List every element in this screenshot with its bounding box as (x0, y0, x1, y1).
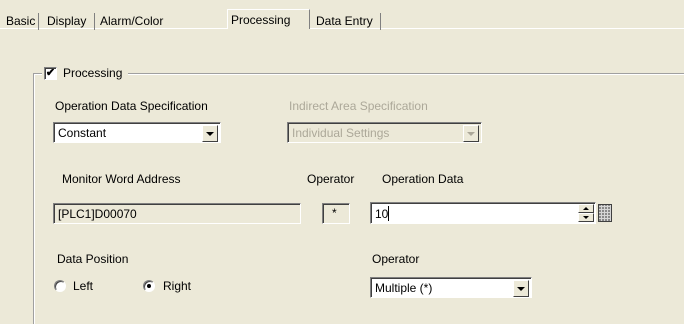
chevron-down-icon[interactable] (202, 125, 218, 142)
data-position-label: Data Position (57, 252, 129, 266)
monitor-word-address-value: [PLC1]D00070 (58, 207, 137, 221)
operation-data-spec-value: Constant (58, 126, 107, 140)
radio-right[interactable] (143, 280, 155, 292)
tab-processing[interactable]: Processing (227, 9, 310, 29)
keypad-icon[interactable] (598, 204, 612, 222)
tab-alarm-color[interactable]: Alarm/Color (100, 14, 163, 28)
monitor-word-address-label: Monitor Word Address (62, 172, 181, 186)
tab-basic[interactable]: Basic (6, 14, 35, 28)
tab-strip-line (0, 28, 684, 29)
processing-checkbox-label: Processing (63, 66, 123, 80)
operation-data-spec-label: Operation Data Specification (55, 99, 208, 113)
tab-data-entry[interactable]: Data Entry (316, 14, 373, 28)
operation-data-label: Operation Data (382, 172, 464, 186)
processing-checkbox[interactable]: ✔ (44, 66, 57, 80)
radio-selected-dot (147, 284, 151, 288)
operator-symbol-field: * (322, 203, 350, 224)
operation-data-value: 10 (375, 207, 389, 221)
tab-divider (94, 13, 95, 30)
radio-left[interactable] (54, 280, 66, 292)
spin-down-button[interactable] (578, 213, 594, 222)
text-caret (388, 206, 389, 221)
tab-divider (380, 13, 381, 30)
operation-data-input[interactable]: 10 (370, 202, 596, 224)
tab-processing-label: Processing (231, 13, 291, 27)
checkmark-icon: ✔ (45, 66, 56, 79)
radio-right-label[interactable]: Right (163, 279, 191, 293)
spin-up-down-icon[interactable] (578, 204, 594, 222)
spin-up-button[interactable] (578, 204, 594, 213)
tab-divider (38, 13, 39, 30)
operator-select-label: Operator (372, 252, 420, 266)
operator-symbol-value: * (332, 206, 337, 220)
indirect-area-spec-label: Indirect Area Specification (289, 99, 428, 113)
indirect-area-spec-select[interactable]: Individual Settings (287, 122, 482, 143)
operator-select[interactable]: Multiple (*) (370, 277, 532, 298)
chevron-down-icon (463, 125, 479, 142)
processing-checkbox-row[interactable]: ✔ Processing (42, 65, 129, 81)
chevron-down-icon[interactable] (513, 280, 529, 297)
indirect-area-spec-value: Individual Settings (292, 126, 390, 140)
operation-data-spec-select[interactable]: Constant (53, 122, 221, 143)
tab-display[interactable]: Display (47, 14, 86, 28)
operator-symbol-label: Operator (307, 172, 355, 186)
monitor-word-address-field: [PLC1]D00070 (53, 203, 301, 224)
operator-select-value: Multiple (*) (375, 281, 433, 295)
radio-left-label[interactable]: Left (73, 279, 93, 293)
